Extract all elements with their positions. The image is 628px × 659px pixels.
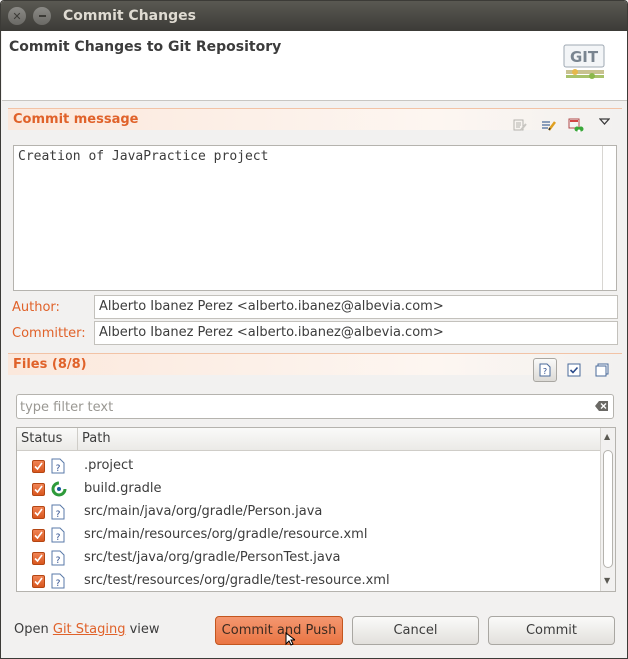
git-logo-text: GIT (570, 48, 599, 66)
check-icon (34, 508, 43, 517)
file-path: build.gradle (84, 481, 162, 496)
deselect-all-button[interactable] (593, 361, 611, 379)
close-icon: ✕ (12, 9, 22, 23)
git-staging-link[interactable]: Git Staging (53, 622, 126, 637)
minimize-window-button[interactable] (33, 7, 51, 25)
untracked-file-icon: ? (51, 527, 65, 543)
cancel-button[interactable]: Cancel (352, 616, 479, 645)
signed-off-icon (568, 118, 584, 132)
files-section-title: Files (8/8) (13, 357, 87, 372)
row-checkbox[interactable] (32, 575, 45, 588)
dialog-heading: Commit Changes to Git Repository (9, 39, 282, 55)
show-untracked-toggle[interactable]: ? (533, 358, 557, 382)
open-text: Open (14, 622, 49, 637)
files-table-scrollbar[interactable]: ▲ ▼ (600, 428, 615, 591)
spell-check-button[interactable] (511, 116, 529, 134)
row-checkbox[interactable] (32, 529, 45, 542)
svg-text:?: ? (543, 367, 547, 376)
table-row[interactable]: build.gradle (17, 478, 600, 501)
mouse-cursor-icon (285, 632, 295, 646)
row-checkbox[interactable] (32, 506, 45, 519)
file-path: src/test/resources/org/gradle/test-resou… (84, 573, 390, 588)
dialog-header: Commit Changes to Git Repository GIT (2, 31, 627, 101)
file-path: src/main/resources/org/gradle/resource.x… (84, 527, 368, 542)
files-table-header: Status Path (17, 428, 600, 451)
dropdown-menu-icon (598, 118, 610, 125)
column-divider[interactable] (77, 428, 78, 451)
scroll-down-arrow-icon[interactable]: ▼ (604, 576, 610, 585)
commit-and-push-button[interactable]: Commit and Push (215, 616, 343, 645)
close-window-button[interactable]: ✕ (8, 7, 26, 25)
commit-message-textarea[interactable]: Creation of JavaPractice project (13, 145, 617, 291)
add-signed-off-button[interactable] (567, 116, 585, 134)
edit-message-button[interactable] (539, 116, 557, 134)
column-header-path[interactable]: Path (82, 431, 111, 446)
deselect-all-icon (595, 363, 609, 377)
edit-icon (541, 121, 556, 131)
check-icon (34, 554, 43, 563)
author-label: Author: (12, 300, 60, 315)
clear-filter-icon[interactable] (595, 400, 609, 412)
commit-message-section-header: Commit message (8, 108, 622, 132)
table-row[interactable]: ? src/main/java/org/gradle/Person.java (17, 501, 600, 524)
filter-input[interactable] (20, 398, 580, 416)
author-field[interactable]: Alberto Ibanez Perez <alberto.ibanez@alb… (94, 295, 618, 319)
git-logo-icon: GIT (563, 44, 605, 79)
files-table: Status Path ? .project build.gradle ? sr… (16, 427, 616, 592)
column-header-status[interactable]: Status (21, 431, 62, 446)
untracked-file-icon: ? (51, 550, 65, 566)
untracked-file-icon: ? (51, 458, 65, 474)
table-row[interactable]: ? src/test/resources/org/gradle/test-res… (17, 570, 600, 593)
spell-check-icon (513, 119, 527, 131)
untracked-file-icon: ? (51, 504, 65, 520)
commit-dialog: ✕ Commit Changes Commit Changes to Git R… (0, 0, 628, 659)
committer-field[interactable]: Alberto Ibanez Perez <alberto.ibanez@alb… (94, 321, 618, 345)
select-all-button[interactable] (565, 361, 583, 379)
select-all-icon (567, 363, 581, 377)
scroll-up-arrow-icon[interactable]: ▲ (604, 432, 610, 441)
svg-text:?: ? (56, 579, 61, 589)
gradle-file-icon (51, 481, 67, 497)
check-icon (34, 462, 43, 471)
minimize-icon (38, 15, 46, 17)
check-icon (34, 531, 43, 540)
files-section-header: Files (8/8) ? (8, 353, 622, 382)
svg-text:?: ? (56, 533, 61, 543)
commit-message-section-title: Commit message (13, 112, 139, 127)
svg-text:?: ? (56, 464, 61, 474)
row-checkbox[interactable] (32, 483, 45, 496)
committer-label: Committer: (12, 326, 86, 341)
table-row[interactable]: ? src/test/java/org/gradle/PersonTest.ja… (17, 547, 600, 570)
table-row[interactable]: ? .project (17, 455, 600, 478)
svg-text:?: ? (56, 510, 61, 520)
row-checkbox[interactable] (32, 460, 45, 473)
show-untracked-icon: ? (539, 363, 551, 377)
untracked-file-icon: ? (51, 573, 65, 589)
window-title: Commit Changes (63, 8, 196, 24)
view-text: view (129, 622, 160, 637)
file-path: src/main/java/org/gradle/Person.java (84, 504, 323, 519)
file-path: src/test/java/org/gradle/PersonTest.java (84, 550, 341, 565)
table-row[interactable]: ? src/main/resources/org/gradle/resource… (17, 524, 600, 547)
row-checkbox[interactable] (32, 552, 45, 565)
file-filter (16, 394, 614, 419)
scrollbar-thumb[interactable] (603, 450, 613, 568)
check-icon (34, 577, 43, 586)
commit-message-scrollbar[interactable] (602, 146, 616, 290)
commit-button[interactable]: Commit (488, 616, 615, 645)
title-bar: ✕ Commit Changes (1, 1, 627, 31)
check-icon (34, 485, 43, 494)
commit-message-text: Creation of JavaPractice project (18, 149, 269, 164)
open-staging-view-text: Open Git Staging view (14, 622, 160, 637)
svg-text:?: ? (56, 556, 61, 566)
commit-message-menu-button[interactable] (595, 113, 613, 131)
file-path: .project (84, 458, 134, 473)
